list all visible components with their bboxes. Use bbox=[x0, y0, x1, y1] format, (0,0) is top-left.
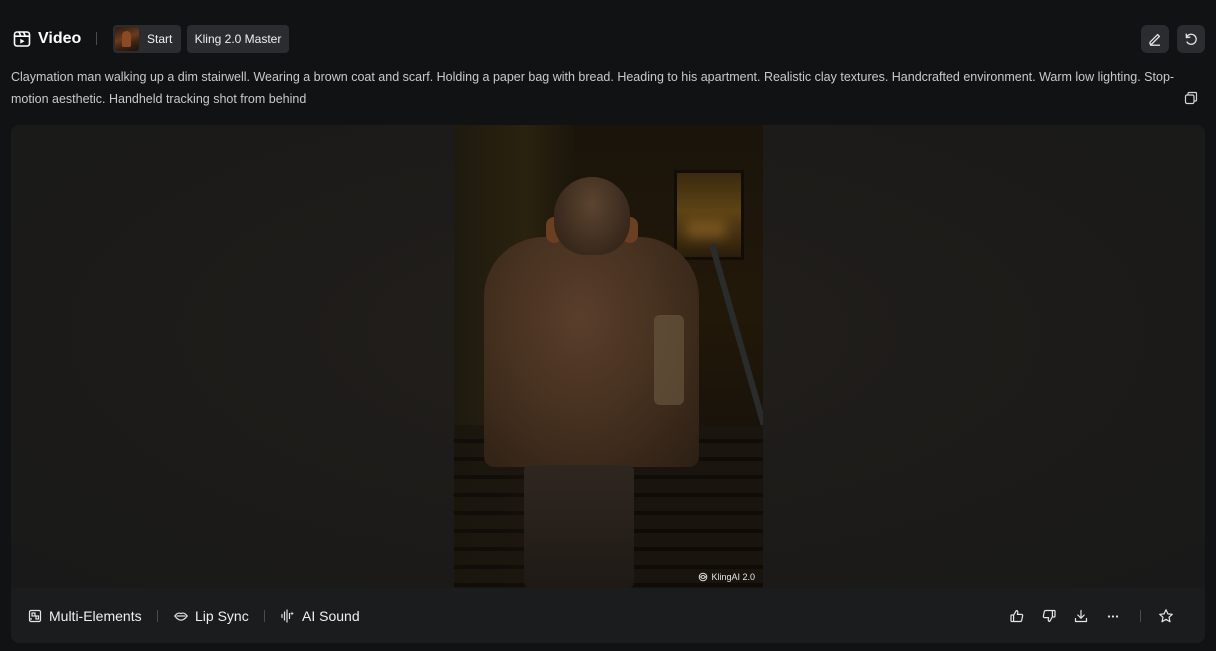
more-button[interactable] bbox=[1104, 607, 1122, 625]
video-result-card: KlingAI 2.0 Multi-Elements Lip Sync AI S… bbox=[11, 125, 1205, 643]
video-scene-light bbox=[686, 220, 726, 238]
kling-logo-icon bbox=[698, 572, 711, 582]
title-divider bbox=[96, 32, 97, 45]
video-toolbar: Multi-Elements Lip Sync AI Sound bbox=[11, 588, 1205, 643]
star-icon bbox=[1158, 608, 1174, 624]
video-player[interactable]: KlingAI 2.0 bbox=[454, 125, 763, 588]
start-frame-thumbnail bbox=[115, 27, 139, 51]
pencil-icon bbox=[1147, 31, 1163, 47]
model-label: Kling 2.0 Master bbox=[194, 32, 282, 46]
lip-sync-button[interactable]: Lip Sync bbox=[173, 607, 249, 625]
page-title: Video bbox=[38, 30, 82, 47]
watermark-text: KlingAI 2.0 bbox=[711, 572, 755, 582]
start-frame-chip[interactable]: Start bbox=[113, 25, 181, 53]
multi-elements-button[interactable]: Multi-Elements bbox=[27, 607, 142, 625]
model-chip[interactable]: Kling 2.0 Master bbox=[187, 25, 289, 53]
multi-elements-label: Multi-Elements bbox=[49, 608, 142, 624]
dislike-button[interactable] bbox=[1040, 607, 1058, 625]
favorite-button[interactable] bbox=[1157, 607, 1175, 625]
page-title-group: Video bbox=[12, 28, 81, 50]
regenerate-button[interactable] bbox=[1177, 25, 1205, 53]
thumbs-up-icon bbox=[1009, 608, 1025, 624]
top-header: Video Start Kling 2.0 Master bbox=[0, 0, 1216, 64]
copy-icon bbox=[1183, 90, 1199, 106]
video-icon bbox=[12, 29, 32, 49]
video-figure-legs bbox=[524, 465, 634, 588]
prompt-text: Claymation man walking up a dim stairwel… bbox=[11, 70, 1175, 106]
toolbar-divider bbox=[264, 610, 265, 622]
sound-wave-icon bbox=[280, 608, 302, 624]
start-frame-label: Start bbox=[147, 32, 173, 46]
like-button[interactable] bbox=[1008, 607, 1026, 625]
rotate-ccw-icon bbox=[1183, 31, 1199, 47]
video-watermark: KlingAI 2.0 bbox=[698, 572, 755, 582]
copy-prompt-button[interactable] bbox=[1183, 90, 1199, 106]
toolbar-divider bbox=[1140, 610, 1141, 622]
video-stage: KlingAI 2.0 bbox=[11, 125, 1205, 588]
download-icon bbox=[1073, 608, 1089, 624]
ai-sound-label: AI Sound bbox=[302, 608, 360, 624]
lip-sync-label: Lip Sync bbox=[195, 608, 249, 624]
video-figure-head bbox=[554, 177, 630, 255]
lips-icon bbox=[173, 608, 195, 624]
thumbs-down-icon bbox=[1041, 608, 1057, 624]
edit-button[interactable] bbox=[1141, 25, 1169, 53]
multi-elements-icon bbox=[27, 608, 49, 624]
more-horizontal-icon bbox=[1105, 608, 1121, 624]
ai-sound-button[interactable]: AI Sound bbox=[280, 607, 360, 625]
video-figure-bag bbox=[654, 315, 684, 405]
download-button[interactable] bbox=[1072, 607, 1090, 625]
toolbar-divider bbox=[157, 610, 158, 622]
